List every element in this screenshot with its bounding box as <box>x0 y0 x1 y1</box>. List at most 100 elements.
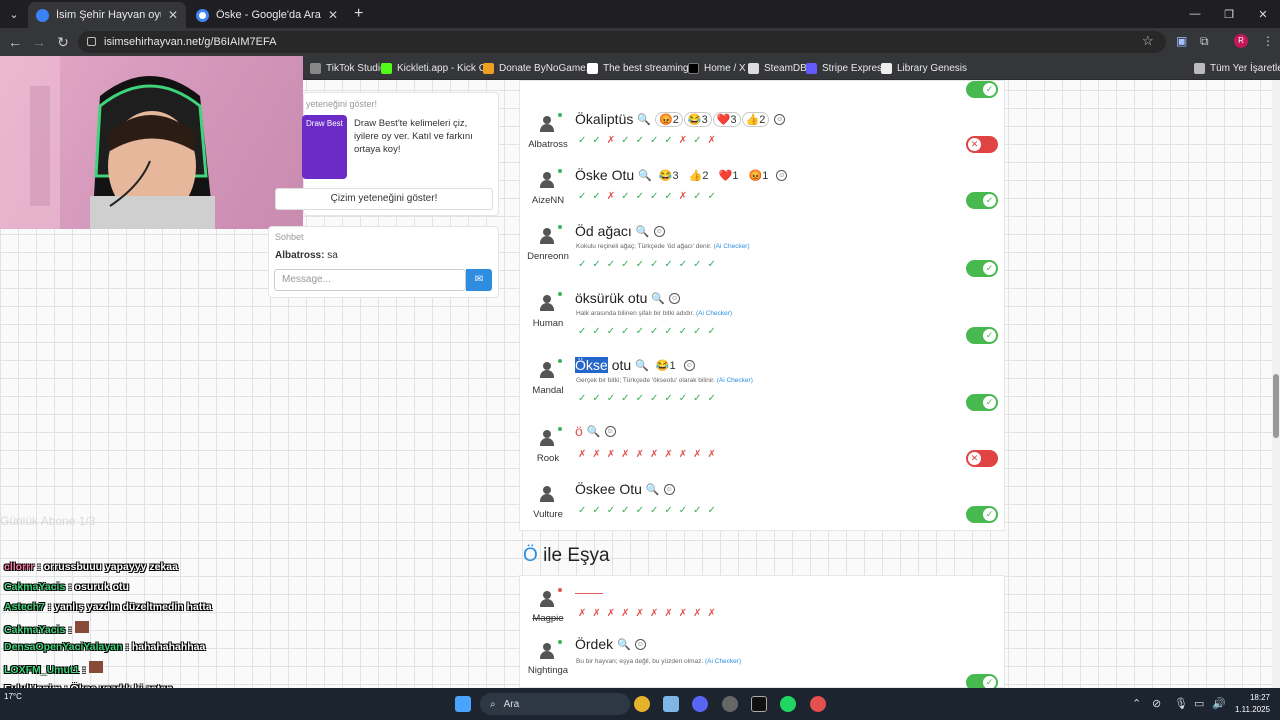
bookmark-star-icon[interactable]: ☆ <box>1142 33 1154 49</box>
vote-check-icon[interactable]: ✓ <box>693 259 707 270</box>
mic-icon[interactable]: 🎙 <box>1174 697 1188 710</box>
vote-check-icon[interactable]: ✓ <box>664 259 678 270</box>
vote-check-icon[interactable]: ✓ <box>650 505 664 516</box>
extensions-icon[interactable]: ⧉ <box>1200 34 1209 49</box>
vote-check-icon[interactable]: ✓ <box>693 505 707 516</box>
bookmark-x[interactable]: Home / X <box>688 56 746 80</box>
add-reaction-icon[interactable]: ☺ <box>776 169 788 181</box>
close-tab-icon[interactable]: ✕ <box>168 8 178 22</box>
answer-toggle[interactable]: ✓ <box>966 260 998 277</box>
bookmark-libgen[interactable]: Library Genesis <box>881 56 967 80</box>
vote-check-icon[interactable]: ✓ <box>679 259 693 270</box>
vote-check-icon[interactable]: ✓ <box>592 393 606 404</box>
vote-x-icon[interactable]: ✗ <box>621 449 635 460</box>
reaction-laugh[interactable]: 😂3 <box>656 169 682 182</box>
vote-x-icon[interactable]: ✗ <box>708 608 722 619</box>
vote-check-icon[interactable]: ✓ <box>636 135 650 146</box>
reaction-like[interactable]: 👍2 <box>686 169 712 182</box>
vote-check-icon[interactable]: ✓ <box>650 393 664 404</box>
site-info-icon[interactable] <box>87 37 96 46</box>
vote-x-icon[interactable]: ✗ <box>607 191 621 202</box>
vote-check-icon[interactable]: ✓ <box>708 505 722 516</box>
weather-widget[interactable]: 17°C <box>4 692 22 701</box>
back-icon[interactable]: ← <box>3 34 27 50</box>
search-icon[interactable]: 🔍 <box>646 483 660 496</box>
vote-check-icon[interactable]: ✓ <box>636 505 650 516</box>
draw-best-logo[interactable]: Draw Best <box>302 115 347 179</box>
vote-check-icon[interactable]: ✓ <box>664 505 678 516</box>
vote-check-icon[interactable]: ✓ <box>679 393 693 404</box>
start-icon[interactable] <box>455 696 471 712</box>
vote-check-icon[interactable]: ✓ <box>693 393 707 404</box>
vote-check-icon[interactable]: ✓ <box>578 505 592 516</box>
search-icon[interactable]: 🔍 <box>617 638 631 651</box>
new-tab-icon[interactable]: + <box>354 5 363 23</box>
vote-check-icon[interactable]: ✓ <box>621 135 635 146</box>
vote-check-icon[interactable]: ✓ <box>650 191 664 202</box>
vote-x-icon[interactable]: ✗ <box>664 449 678 460</box>
vote-check-icon[interactable]: ✓ <box>636 259 650 270</box>
vote-check-icon[interactable]: ✓ <box>664 191 678 202</box>
chat-input[interactable]: Message... <box>274 269 466 291</box>
bookmark-bynogame[interactable]: Donate ByNoGame... <box>483 56 594 80</box>
add-reaction-icon[interactable]: ☺ <box>774 113 786 125</box>
vote-check-icon[interactable]: ✓ <box>621 259 635 270</box>
tray-chevron-icon[interactable]: ⌃ <box>1132 697 1141 710</box>
search-icon[interactable]: 🔍 <box>651 292 665 305</box>
vote-check-icon[interactable]: ✓ <box>693 191 707 202</box>
vote-check-icon[interactable]: ✓ <box>664 393 678 404</box>
reaction-angry[interactable]: 😡2 <box>655 111 683 127</box>
clock[interactable]: 18:27 1.11.2025 <box>1230 692 1270 716</box>
menu-icon[interactable]: ⋮ <box>1262 34 1274 48</box>
reaction-like[interactable]: 👍2 <box>741 111 770 127</box>
search-icon[interactable]: 🔍 <box>636 225 650 238</box>
vote-x-icon[interactable]: ✗ <box>679 191 693 202</box>
vote-check-icon[interactable]: ✓ <box>621 326 635 337</box>
add-reaction-icon[interactable]: ☺ <box>604 425 616 437</box>
vote-check-icon[interactable]: ✓ <box>636 393 650 404</box>
vote-check-icon[interactable]: ✓ <box>578 191 592 202</box>
chrome-icon[interactable] <box>634 696 650 712</box>
page-scrollbar[interactable] <box>1272 80 1280 688</box>
vote-x-icon[interactable]: ✗ <box>607 135 621 146</box>
vote-check-icon[interactable]: ✓ <box>708 191 722 202</box>
vote-x-icon[interactable]: ✗ <box>592 449 606 460</box>
display-icon[interactable]: ▭ <box>1194 697 1204 710</box>
answer-toggle[interactable]: ✓ <box>966 394 998 411</box>
vote-x-icon[interactable]: ✗ <box>693 449 707 460</box>
add-reaction-icon[interactable]: ☺ <box>663 483 675 495</box>
search-icon[interactable]: 🔍 <box>635 359 649 372</box>
tab-google[interactable]: Öske - Google'da Ara ✕ <box>188 2 346 28</box>
vote-x-icon[interactable]: ✗ <box>679 449 693 460</box>
profile-avatar[interactable]: R <box>1234 34 1248 48</box>
reaction-angry[interactable]: 😡1 <box>746 169 772 182</box>
reaction-heart[interactable]: ❤️3 <box>712 111 741 127</box>
close-window-icon[interactable]: ✕ <box>1246 0 1280 28</box>
vote-check-icon[interactable]: ✓ <box>621 393 635 404</box>
reload-icon[interactable]: ↻ <box>51 34 75 51</box>
vote-x-icon[interactable]: ✗ <box>636 608 650 619</box>
restore-icon[interactable]: ❐ <box>1212 0 1246 28</box>
all-bookmarks[interactable]: Tüm Yer İşaretleri <box>1194 56 1280 80</box>
add-reaction-icon[interactable]: ☺ <box>669 292 681 304</box>
discord-icon[interactable] <box>692 696 708 712</box>
forward-icon[interactable]: → <box>27 34 51 50</box>
answer-toggle[interactable]: ✓ <box>966 506 998 523</box>
vote-x-icon[interactable]: ✗ <box>708 449 722 460</box>
vote-check-icon[interactable]: ✓ <box>592 191 606 202</box>
draw-best-button[interactable]: Çizim yeteneğini göster! <box>275 188 493 210</box>
vote-check-icon[interactable]: ✓ <box>693 135 707 146</box>
vote-x-icon[interactable]: ✗ <box>708 135 722 146</box>
bookmark-streaming[interactable]: The best streaming... <box>587 56 697 80</box>
answer-toggle[interactable]: ✕ <box>966 136 998 153</box>
url-field[interactable]: isimsehirhayvan.net/g/B6IAIM7EFA <box>78 31 1166 53</box>
reaction-laugh[interactable]: 😂1 <box>653 359 679 372</box>
capcut-icon[interactable] <box>751 696 767 712</box>
network-icon[interactable]: ⊘ <box>1152 697 1161 710</box>
vote-check-icon[interactable]: ✓ <box>592 259 606 270</box>
tab-isimsehirhayvan[interactable]: İsim Şehir Hayvan oyununa katıl ✕ <box>28 2 186 28</box>
vote-x-icon[interactable]: ✗ <box>592 608 606 619</box>
add-reaction-icon[interactable]: ☺ <box>683 359 695 371</box>
add-reaction-icon[interactable]: ☺ <box>653 225 665 237</box>
bookmark-stripe[interactable]: Stripe Express <box>806 56 887 80</box>
